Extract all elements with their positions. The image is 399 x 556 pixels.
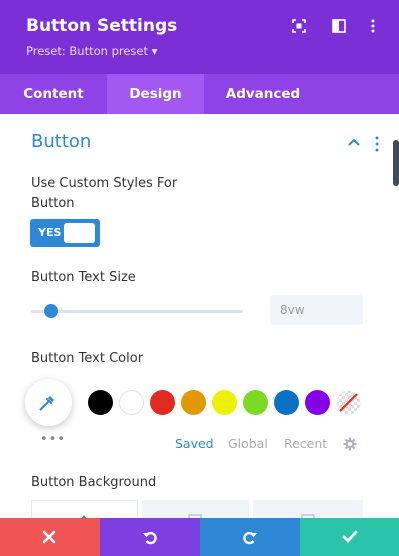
tab-content[interactable]: Content [0, 74, 107, 114]
text-size-input[interactable]: 8vw [270, 295, 363, 325]
color-tab-recent[interactable]: Recent [284, 436, 327, 451]
tab-advanced[interactable]: Advanced [204, 74, 322, 114]
color-tab-global[interactable]: Global [228, 436, 268, 451]
background-type-tabs [31, 500, 363, 520]
custom-styles-toggle[interactable]: YES [30, 219, 100, 247]
bg-tab-color[interactable] [31, 500, 138, 520]
section-options-icon[interactable] [374, 136, 380, 152]
text-color-label: Button Text Color [31, 351, 144, 366]
swatch-green[interactable] [243, 390, 268, 415]
swatch-red[interactable] [150, 390, 175, 415]
split-view-icon[interactable] [332, 19, 346, 33]
tab-design[interactable]: Design [107, 74, 204, 114]
swatch-transparent[interactable] [336, 390, 361, 415]
chevron-up-icon[interactable] [347, 137, 361, 147]
section-title[interactable]: Button [31, 131, 91, 152]
swatch-black[interactable] [88, 390, 113, 415]
more-swatches-button[interactable]: ••• [40, 432, 66, 447]
modal-header: Button Settings Preset: Button preset ▾ [0, 0, 399, 74]
redo-button[interactable] [200, 518, 300, 556]
action-footer [0, 518, 399, 556]
close-icon [42, 530, 56, 544]
text-size-slider-thumb[interactable] [44, 304, 58, 318]
more-options-icon[interactable] [366, 19, 380, 33]
save-button[interactable] [300, 518, 399, 556]
gear-icon[interactable] [343, 437, 357, 451]
eyedropper-icon [39, 396, 54, 411]
text-size-slider-track[interactable] [31, 310, 243, 313]
custom-styles-label: Use Custom Styles For Button [31, 176, 178, 211]
bg-tab-image[interactable] [253, 500, 363, 520]
swatch-white[interactable] [119, 390, 144, 415]
color-tab-saved[interactable]: Saved [175, 436, 214, 451]
undo-button[interactable] [100, 518, 200, 556]
discard-button[interactable] [0, 518, 100, 556]
swatch-yellow[interactable] [212, 390, 237, 415]
scrollbar[interactable] [393, 140, 399, 186]
toggle-knob [64, 223, 95, 243]
focus-mode-icon[interactable] [292, 19, 306, 33]
checkmark-icon [342, 530, 358, 544]
settings-tabs: Content Design Advanced [0, 74, 399, 114]
redo-icon [243, 531, 257, 545]
swatch-blue[interactable] [274, 390, 299, 415]
toggle-label: YES [38, 226, 62, 239]
background-label: Button Background [31, 475, 157, 490]
swatch-purple[interactable] [305, 390, 330, 415]
undo-icon [143, 531, 157, 545]
preset-selector[interactable]: Preset: Button preset ▾ [26, 44, 157, 58]
color-picker-button[interactable] [25, 379, 72, 426]
swatch-orange[interactable] [181, 390, 206, 415]
bg-tab-gradient[interactable] [142, 500, 249, 520]
text-size-label: Button Text Size [31, 270, 136, 285]
modal-title: Button Settings [26, 16, 178, 36]
